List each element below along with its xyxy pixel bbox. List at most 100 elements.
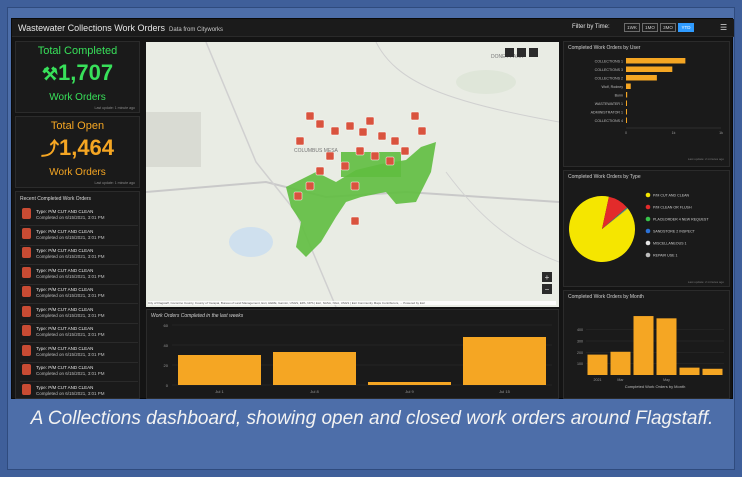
list-item-completed: Completed on 6/15/2021, 3:01 PM (36, 312, 105, 318)
list-item[interactable]: Type: P/M CUT AND CLEAN Completed on 6/15… (20, 265, 138, 285)
list-item-completed: Completed on 6/15/2021, 3:01 PM (36, 332, 105, 337)
x-tick-label: Jul 1 (215, 389, 224, 394)
chart-by-month: 400 300 200 100 2021 Mar May Completed Work Ord… (577, 316, 724, 389)
bar[interactable] (626, 58, 686, 64)
legend-label: MISCELLANEOUS 1 (653, 242, 687, 246)
list-item[interactable]: Type: P/M CUT AND CLEAN Completed on 6/15… (20, 284, 138, 304)
kpi-completed-value: 1,707 (58, 60, 114, 85)
chart-by-user-panel: Completed Work Orders by User COLLECTION… (563, 41, 730, 167)
filter-1wk-button[interactable]: 1WK (624, 23, 640, 32)
map-canvas[interactable]: DONEY PARK COLUMBUS MESA + − (146, 42, 559, 307)
figure-inner: Wastewater Collections Work Orders Data f… (7, 7, 735, 470)
list-item-completed: Completed on 6/15/2021, 3:01 PM (36, 293, 105, 298)
category-label: Wolf, Rodney (601, 85, 623, 89)
x-tick-label: Jul 9 (405, 389, 414, 394)
bar[interactable] (368, 382, 451, 385)
chart-weekly: 60 40 20 0 Jul 1 Jul 8 Jul 9 Jul 15 (164, 323, 552, 394)
category-label: COLLECTIONS 1 (595, 60, 623, 64)
kpi-completed-value-wrap: ⚒1,707 (16, 60, 139, 86)
map-view[interactable]: DONEY PARK COLUMBUS MESA + − (146, 42, 559, 307)
list-item[interactable]: Type: P/M CUT AND CLEAN Completed on 6/15… (20, 343, 138, 363)
bar[interactable] (178, 355, 261, 385)
list-item-completed: Completed on 6/15/2021, 3:01 PM (36, 351, 105, 357)
bar[interactable] (656, 318, 677, 375)
map-attribution: City of Flagstaff, Coconino County, Coun… (148, 301, 556, 305)
list-item[interactable]: Type: P/M CUT AND CLEAN Completed on 6/15… (20, 323, 138, 343)
list-item[interactable]: Type: P/M CUT AND CLEAN Completed on 6/15… (20, 245, 138, 265)
list-item-type: Type: P/M CUT AND CLEAN (36, 287, 94, 292)
bar[interactable] (273, 352, 356, 385)
list-item[interactable]: Type: P/M CUT AND CLEAN Completed on 6/15… (20, 304, 138, 324)
title-bar: Wastewater Collections Work Orders Data f… (12, 19, 734, 37)
bar[interactable] (626, 117, 627, 124)
legend-swatch (645, 252, 651, 258)
filter-1mo-button[interactable]: 1MO (642, 23, 658, 32)
kpi-open-title: Total Open (50, 120, 105, 132)
filter-3mo-button[interactable]: 3MO (660, 23, 676, 32)
kpi-open-label: Work Orders (49, 167, 106, 178)
recent-list: Recent Completed Work Orders Type: P/M C… (15, 191, 140, 399)
kpi-completed-label: Work Orders (49, 92, 106, 103)
list-item-completed: Completed on 6/15/2021, 3:01 PM (36, 254, 105, 259)
map-tool-button-3[interactable] (529, 48, 538, 57)
bar[interactable] (626, 66, 673, 73)
hammer-icon: ⤴ (40, 139, 59, 159)
chart-foot: Last update: 2 minutes ago (688, 280, 725, 284)
filter-label: Filter by Time: (572, 24, 610, 30)
list-item-type: Type: P/M CUT AND CLEAN (36, 267, 94, 273)
chart-by-type-panel: Completed Work Orders by Type P/M CUT AN… (563, 170, 730, 287)
bar[interactable] (463, 337, 546, 385)
chart-foot: Last update: 2 minutes ago (688, 157, 725, 161)
map-label-columbus-mesa: COLUMBUS MESA (294, 148, 339, 154)
kpi-open-value: 1,464 (58, 135, 115, 160)
list-item-type: Type: P/M CUT AND CLEAN (36, 228, 94, 234)
list-item[interactable]: Type: P/M CUT AND CLEAN Completed on 6/15… (20, 362, 138, 382)
kpi-completed-foot: Last update: 1 minute ago (94, 106, 135, 110)
list-item-type: Type: P/M CUT AND CLEAN (36, 306, 94, 312)
list-item[interactable]: Type: P/M CUT AND CLEAN Completed on 6/15… (20, 206, 138, 226)
work-order-icon (22, 325, 31, 336)
bar[interactable] (626, 83, 631, 90)
app-subtitle: Data from Cityworks (169, 27, 224, 33)
list-item[interactable]: Type: P/M CUT AND CLEAN Completed on 6/15… (20, 382, 138, 399)
bar[interactable] (633, 316, 654, 375)
legend-label: SANDSTORE 2 INSPECT (653, 230, 696, 234)
kpi-open: Total Open ⤴1,464 Work Orders Last updat… (15, 116, 140, 188)
bar[interactable] (626, 92, 628, 98)
list-item-type: Type: P/M CUT AND CLEAN (36, 209, 94, 214)
x-axis-label: Completed Work Orders by Month (625, 384, 686, 389)
x-tick-label: Jul 15 (499, 389, 510, 394)
work-order-icon (22, 286, 31, 297)
bar[interactable] (587, 354, 608, 375)
category-label: Bunn (615, 94, 623, 98)
legend-label: REPAIR USE 1 (653, 254, 678, 258)
map-tool-button-1[interactable] (505, 48, 514, 57)
bar[interactable] (626, 109, 627, 115)
list-item-type: Type: P/M CUT AND CLEAN (36, 326, 94, 331)
y-tick-label: 100 (577, 362, 583, 366)
filter-ytd-button[interactable]: YTD (678, 23, 694, 32)
work-order-icon (22, 247, 31, 258)
figure-caption: A Collections dashboard, showing open an… (30, 408, 714, 429)
bar[interactable] (626, 75, 657, 81)
list-item-type: Type: P/M CUT AND CLEAN (36, 345, 94, 351)
kpi-open-foot: Last update: 1 minute ago (94, 181, 135, 185)
list-item-completed: Completed on 6/15/2021, 3:01 PM (36, 234, 105, 240)
recent-list-title: Recent Completed Work Orders (20, 196, 92, 202)
bar[interactable] (626, 100, 627, 107)
menu-icon[interactable]: ☰ (720, 23, 727, 32)
y-tick-label: 60 (164, 323, 169, 328)
bar[interactable] (679, 367, 700, 375)
kpi-completed-title: Total Completed (37, 45, 118, 57)
dashboard: Wastewater Collections Work Orders Data f… (11, 18, 734, 399)
list-item-type: Type: P/M CUT AND CLEAN (36, 248, 94, 253)
map-tool-button-2[interactable] (517, 48, 526, 57)
bar[interactable] (610, 351, 631, 375)
work-order-icon (22, 208, 31, 219)
list-item-completed: Completed on 6/15/2021, 3:01 PM (36, 273, 105, 279)
list-item-type: Type: P/M CUT AND CLEAN (36, 384, 94, 390)
work-order-icon (22, 266, 31, 278)
bar[interactable] (702, 368, 723, 375)
y-tick-label: 0 (166, 383, 169, 388)
list-item[interactable]: Type: P/M CUT AND CLEAN Completed on 6/15… (20, 226, 138, 246)
